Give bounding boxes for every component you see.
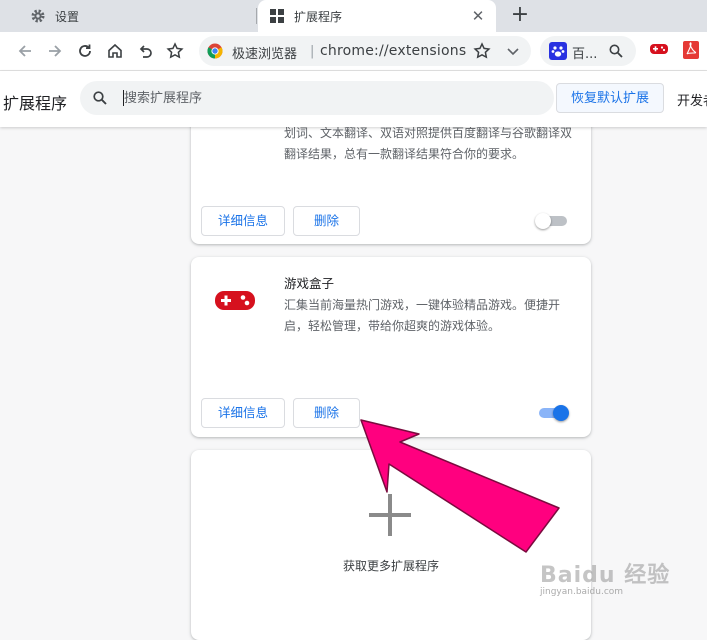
browser-logo-icon [207,43,223,59]
get-more-extensions-label: 获取更多扩展程序 [342,559,439,573]
details-button[interactable]: 详细信息 [201,206,285,236]
search-icon[interactable] [608,43,624,59]
annotation-arrow-icon [360,419,560,553]
undo-close-button[interactable] [133,39,157,63]
remove-button[interactable]: 删除 [293,206,360,236]
search-engine-box[interactable]: 百... [540,36,636,66]
extension-search[interactable] [80,81,554,115]
address-bar[interactable]: 极速浏览器 | chrome://extensions [199,36,531,66]
search-icon [93,91,107,105]
tab-settings[interactable]: 设置 [0,0,256,32]
arrow-left-icon [18,45,31,57]
search-engine-label: 百... [572,47,598,62]
home-icon [108,43,122,58]
extension-description: 汇集当前海量热门游戏，一键体验精品游戏。便捷开启，轻松管理，带给你超爽的游戏体验… [284,298,561,333]
tab-divider [256,8,257,24]
watermark-brand: Baidu 经验 [540,563,671,588]
enable-toggle[interactable] [535,211,571,231]
home-button[interactable] [103,39,127,63]
chevron-down-icon[interactable] [505,43,521,59]
gamepad-icon[interactable] [650,42,668,56]
bookmark-button[interactable] [163,39,187,63]
tab-strip: 设置 扩展程序 ✕ + [0,0,707,32]
undo-icon [139,45,152,58]
baidu-paw-icon [549,42,567,60]
watermark-url: jingyan.baidu.com [540,587,624,597]
extensions-header: 扩展程序 恢复默认扩展 开发者 [0,71,707,127]
extensions-icon [269,8,285,24]
bookmark-star-icon[interactable] [473,42,491,60]
new-tab-button[interactable]: + [509,4,531,26]
url-text[interactable]: chrome://extensions [320,43,466,59]
baidu-watermark: Baidu 经验 jingyan.baidu.com [538,541,678,607]
forward-button[interactable] [43,39,67,63]
search-input[interactable] [124,88,524,108]
details-button[interactable]: 详细信息 [201,398,285,428]
browser-toolbar: 极速浏览器 | chrome://extensions 百... [0,32,707,71]
url-separator: | [310,44,315,59]
remove-button[interactable]: 删除 [293,398,360,428]
extension-card: 游戏盒子 汇集当前海量热门游戏，一键体验精品游戏。便捷开启，轻松管理，带给你超爽… [191,257,591,437]
page-title: 扩展程序 [3,94,68,113]
tab-extensions[interactable]: 扩展程序 ✕ [258,0,496,32]
arrow-right-icon [49,45,62,57]
restore-defaults-button[interactable]: 恢复默认扩展 [556,83,664,113]
browser-name: 极速浏览器 [232,47,298,62]
reload-button[interactable] [73,39,97,63]
gamepad-icon [215,291,255,310]
tab-title: 扩展程序 [294,9,343,24]
close-icon[interactable]: ✕ [470,8,486,24]
star-icon [166,42,184,59]
tab-title: 设置 [55,9,80,24]
developer-mode-label[interactable]: 开发者 [677,90,707,109]
pdf-icon[interactable] [683,41,699,59]
extension-name: 游戏盒子 [284,276,335,291]
reload-icon [79,44,91,57]
back-button[interactable] [13,39,37,63]
gear-icon [30,8,46,24]
toggle-knob [535,213,551,229]
extension-description: 划词、文本翻译、双语对照提供百度翻译与谷歌翻译双翻译结果，总有一款翻译结果符合你… [284,126,573,161]
